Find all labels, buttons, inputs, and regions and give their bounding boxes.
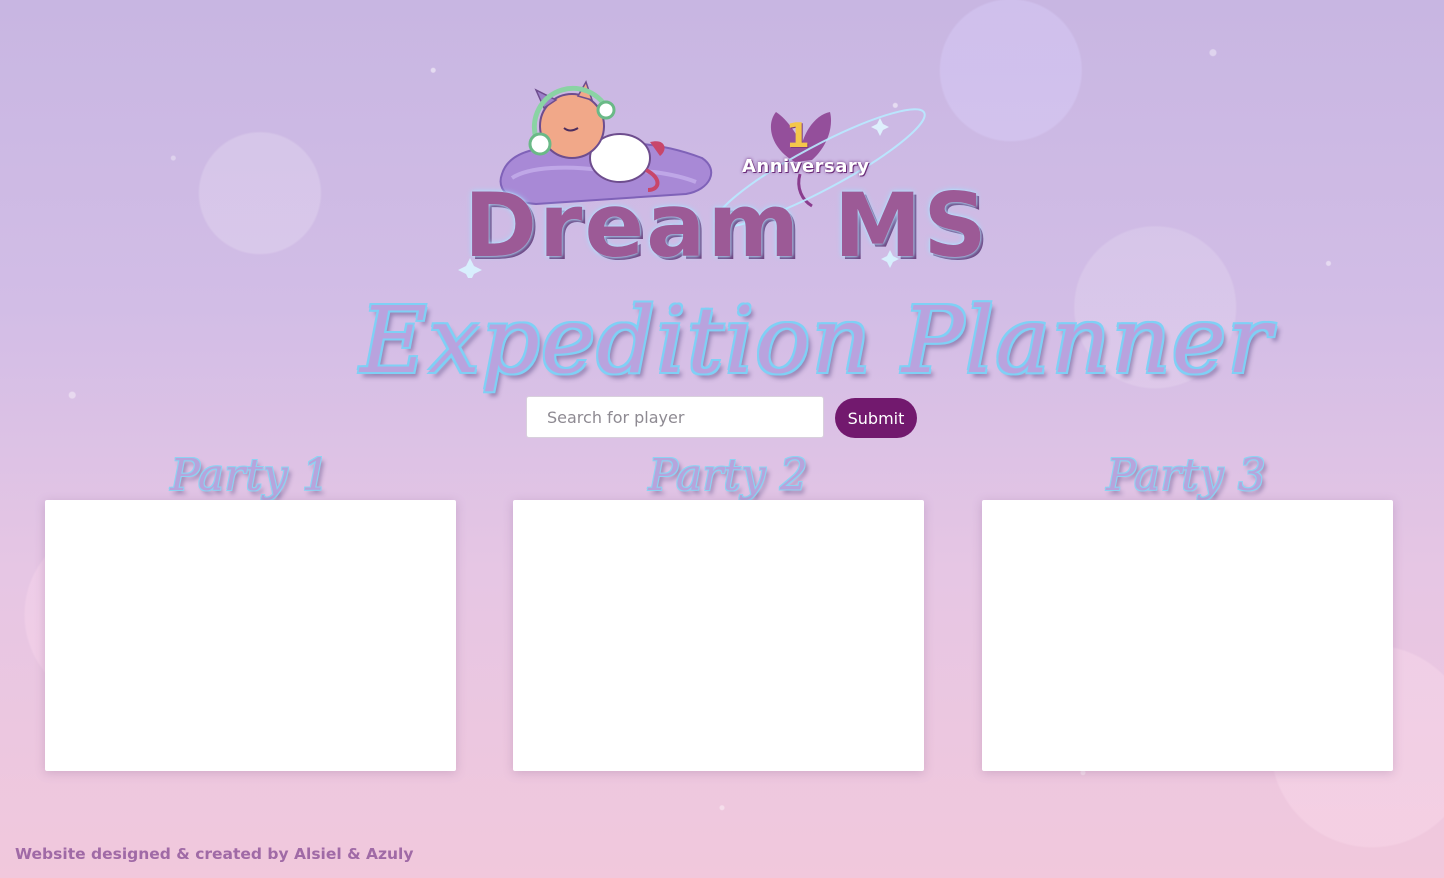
- party-1-panel[interactable]: [45, 500, 456, 771]
- footer-credit: Website designed & created by Alsiel & A…: [15, 845, 414, 863]
- dream-ms-logo: 1 Anniversary Dream MS: [440, 78, 1010, 278]
- party-2-panel[interactable]: [513, 500, 924, 771]
- submit-button[interactable]: Submit: [835, 398, 917, 438]
- logo-wordmark: Dream MS: [464, 174, 989, 277]
- page-title: Expedition Planner: [360, 287, 1273, 394]
- anniversary-number: 1: [786, 116, 810, 156]
- player-search-input[interactable]: [526, 396, 824, 438]
- party-3-panel[interactable]: [982, 500, 1393, 771]
